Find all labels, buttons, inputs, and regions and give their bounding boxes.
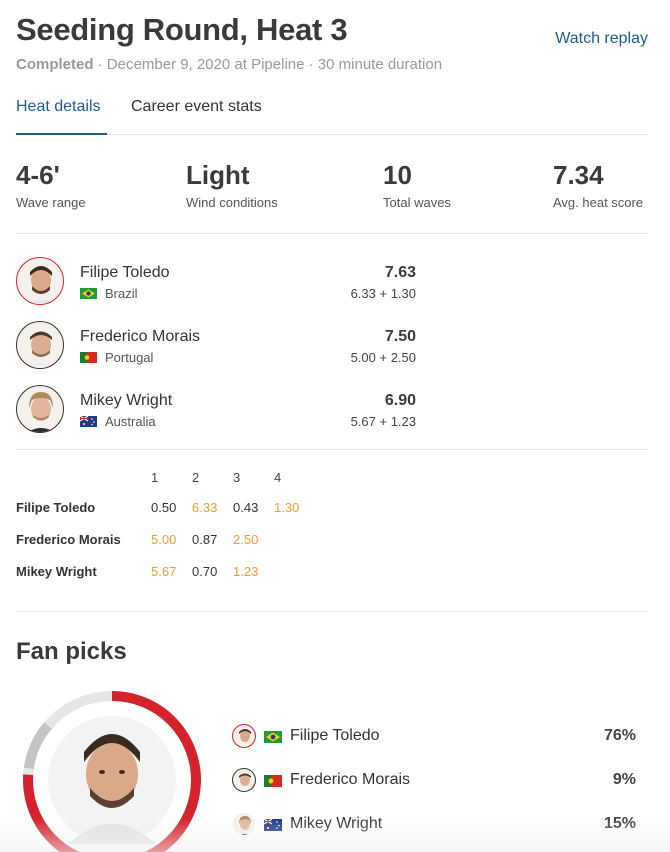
heat-meta-details: · December 9, 2020 at Pipeline · 30 minu… — [93, 56, 443, 73]
surfer-row[interactable]: Mikey Wright Australia 6.90 5.67 + 1.23 — [16, 382, 416, 434]
portugal-flag-icon — [264, 775, 282, 787]
brazil-flag-icon — [80, 288, 97, 299]
tab-career-event-stats[interactable]: Career event stats — [131, 98, 262, 135]
fan-pick-name: Frederico Morais — [290, 771, 411, 788]
wave-column-header: 2 — [192, 470, 200, 485]
score-breakdown: 6.33 + 1.30 — [350, 286, 416, 301]
fan-picks-ring — [20, 688, 204, 852]
surfer-name: Frederico Morais — [80, 328, 201, 345]
surfer-country: Brazil — [80, 286, 138, 301]
wave-column-header: 1 — [151, 470, 159, 485]
fan-picks-title: Fan picks — [16, 638, 127, 665]
stat-value: Light — [186, 160, 250, 190]
heat-header: Seeding Round, Heat 3 Watch replay Compl… — [16, 12, 654, 73]
wave-score: 5.00 — [151, 532, 177, 547]
heat-meta: Completed · December 9, 2020 at Pipeline… — [16, 56, 654, 73]
fan-pick-percent: 76% — [603, 727, 636, 744]
ring-segment-second — [23, 722, 52, 770]
fan-pick-row[interactable]: Frederico Morais 9% — [232, 768, 636, 794]
fan-pick-percent: 9% — [612, 771, 636, 788]
wave-column-header: 4 — [274, 470, 282, 485]
surfer-portrait-icon — [28, 392, 54, 432]
wave-score: 0.87 — [192, 532, 218, 547]
surfer-portrait-icon — [28, 331, 54, 368]
stat-value: 10 — [383, 160, 412, 190]
australia-flag-icon — [80, 416, 97, 427]
stat-label: Wave range — [16, 195, 86, 210]
stat-value: 4-6' — [16, 160, 60, 190]
score-breakdown: 5.67 + 1.23 — [350, 414, 416, 429]
wave-score: 1.30 — [274, 500, 300, 515]
surfer-portrait-icon — [239, 816, 251, 835]
wave-score: 1.23 — [233, 564, 259, 579]
wave-column-header: 3 — [233, 470, 241, 485]
heat-stats: 4-6' Wave range Light Wind conditions 10… — [16, 160, 648, 234]
fan-pick-name: Mikey Wright — [290, 815, 383, 832]
avatar — [16, 385, 64, 433]
fan-picks-donut — [23, 691, 201, 852]
brazil-flag-icon — [264, 731, 282, 743]
portugal-flag-icon — [80, 352, 97, 363]
surfer-results: Filipe Toledo Brazil 7.63 6.33 + 1.30 Fr… — [16, 254, 648, 450]
surfer-row[interactable]: Frederico Morais Portugal 7.50 5.00 + 2.… — [16, 318, 416, 370]
country-label: Australia — [105, 414, 156, 429]
stat-wind-conditions: Light Wind conditions — [186, 160, 278, 210]
tab-heat-details[interactable]: Heat details — [16, 98, 107, 135]
surfer-country: Australia — [80, 414, 156, 429]
surfer-country: Portugal — [80, 350, 153, 365]
heat-page: Seeding Round, Heat 3 Watch replay Compl… — [0, 0, 670, 852]
surfer-portrait-icon — [239, 729, 251, 747]
surfer-name: Mikey Wright — [80, 392, 173, 409]
avatar — [16, 257, 64, 305]
country-label: Portugal — [105, 350, 154, 365]
stat-total-waves: 10 Total waves — [383, 160, 451, 210]
stat-label: Total waves — [383, 195, 451, 210]
country-label: Brazil — [105, 286, 138, 301]
avatar — [232, 724, 256, 748]
wave-score: 0.43 — [233, 500, 259, 515]
wave-score: 2.50 — [233, 532, 259, 547]
avatar — [232, 812, 256, 836]
surfer-name: Filipe Toledo — [80, 264, 170, 281]
fan-pick-percent: 15% — [603, 815, 636, 832]
status-label: Completed — [16, 56, 94, 73]
heat-total: 6.90 — [384, 392, 416, 409]
wave-score: 5.67 — [151, 564, 177, 579]
score-breakdown: 5.00 + 2.50 — [350, 350, 416, 365]
surfer-row[interactable]: Filipe Toledo Brazil 7.63 6.33 + 1.30 — [16, 254, 416, 306]
wave-score: 6.33 — [192, 500, 218, 515]
wave-row-name: Filipe Toledo — [16, 500, 96, 515]
watch-replay-link[interactable]: Watch replay — [555, 30, 648, 48]
stat-label: Avg. heat score — [553, 195, 644, 210]
wave-row-name: Mikey Wright — [16, 564, 97, 579]
wave-row-name: Frederico Morais — [16, 532, 121, 547]
stat-label: Wind conditions — [186, 195, 278, 210]
fan-pick-row[interactable]: Filipe Toledo 76% — [232, 724, 636, 750]
avatar — [232, 768, 256, 792]
wave-score: 0.70 — [192, 564, 218, 579]
surfer-portrait-icon — [239, 773, 251, 791]
stat-value: 7.34 — [553, 160, 604, 190]
heat-total: 7.50 — [384, 328, 416, 345]
fan-pick-row[interactable]: Mikey Wright 15% — [232, 812, 636, 838]
avatar — [16, 321, 64, 369]
australia-flag-icon — [264, 819, 282, 831]
wave-score: 0.50 — [151, 500, 177, 515]
surfer-portrait-icon — [28, 266, 54, 304]
fan-pick-name: Filipe Toledo — [290, 727, 380, 744]
stat-avg-heat-score: 7.34 Avg. heat score — [553, 160, 643, 210]
heat-total: 7.63 — [384, 264, 416, 281]
stat-wave-range: 4-6' Wave range — [16, 160, 86, 210]
tab-bar: Heat details Career event stats — [16, 98, 648, 135]
wave-scores-table: 1 2 3 4 Filipe Toledo 0.50 6.33 0.43 1.3… — [16, 462, 648, 612]
